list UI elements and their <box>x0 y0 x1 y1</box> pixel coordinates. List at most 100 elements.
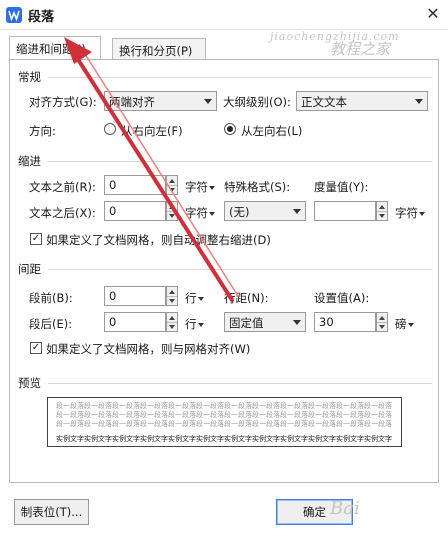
watermark-bottom: Bai <box>330 498 360 519</box>
spin-down-icon <box>379 325 385 329</box>
indent-after-spinner[interactable] <box>166 201 178 221</box>
line-spacing-value: 固定值 <box>229 316 264 330</box>
space-before-spinner[interactable] <box>166 286 178 306</box>
chevron-down-icon <box>209 185 215 190</box>
chevron-down-icon <box>419 211 425 216</box>
divider <box>48 269 432 270</box>
ltr-radio[interactable] <box>224 123 236 135</box>
indent-grid-checkbox[interactable]: ✓ <box>30 233 42 245</box>
space-after-value: 0 <box>109 315 117 329</box>
alignment-select[interactable]: 两端对齐 <box>104 91 217 111</box>
spin-up-icon <box>169 179 175 183</box>
app-icon <box>6 7 22 23</box>
watermark-cn: 教程之家 <box>330 40 391 58</box>
tab-stops-button[interactable]: 制表位(T)... <box>14 499 89 525</box>
space-before-label: 段前(B): <box>29 291 73 305</box>
tab-indent-spacing[interactable]: 缩进和间距(I) <box>9 36 101 60</box>
space-after-unit-text: 行 <box>185 317 197 331</box>
spin-down-icon <box>169 188 175 192</box>
chevron-down-icon <box>293 320 301 325</box>
spin-down-icon <box>379 214 385 218</box>
space-before-unit[interactable]: 行 <box>185 290 204 306</box>
setting-value-label: 设置值(A): <box>314 291 370 305</box>
tab-indent-spacing-label: 缩进和间距(I) <box>16 42 86 56</box>
chevron-down-icon <box>197 322 204 327</box>
chevron-down-icon <box>415 99 423 104</box>
measure-spinner[interactable] <box>376 201 388 221</box>
spacing-grid-checkbox[interactable]: ✓ <box>30 342 42 354</box>
spin-down-icon <box>169 214 175 218</box>
rtl-radio[interactable] <box>104 123 116 135</box>
space-before-input[interactable]: 0 <box>104 286 166 306</box>
spin-down-icon <box>169 299 175 303</box>
spin-up-icon <box>169 205 175 209</box>
indent-after-unit-text: 字符 <box>185 206 208 220</box>
indent-before-spinner[interactable] <box>166 175 178 195</box>
setting-value-unit[interactable]: 磅 <box>395 316 414 332</box>
chevron-down-icon <box>197 296 204 301</box>
divider <box>48 383 432 384</box>
section-general-title: 常规 <box>18 70 41 84</box>
divider <box>48 161 432 162</box>
indent-after-input[interactable]: 0 <box>104 201 166 221</box>
spin-up-icon <box>379 316 385 320</box>
indent-after-value: 0 <box>109 204 117 218</box>
divider <box>48 77 432 78</box>
chevron-down-icon <box>209 211 215 216</box>
space-before-unit-text: 行 <box>185 291 197 305</box>
section-indent-title: 缩进 <box>18 154 41 168</box>
title-bar <box>0 0 448 30</box>
indent-grid-checkbox-label[interactable]: 如果定义了文档网格，则自动调整右缩进(D) <box>46 232 271 248</box>
chevron-down-icon <box>204 99 212 104</box>
tab-line-page-breaks-label: 换行和分页(P) <box>119 44 193 58</box>
alignment-value: 两端对齐 <box>109 95 155 109</box>
preview-prev-line: 段一段落段一段落段一段落段一段落段一段落段一段落段一段落段一段落段一段落段一段落… <box>56 420 392 428</box>
preview-box: 段一段落段一段落段一段落段一段落段一段落段一段落段一段落段一段落段一段落段一段落… <box>47 397 402 447</box>
outline-level-label: 大纲级别(O): <box>223 95 291 109</box>
indent-after-unit[interactable]: 字符 <box>185 205 215 221</box>
spin-up-icon <box>379 205 385 209</box>
spin-up-icon <box>169 316 175 320</box>
setting-value-input[interactable]: 30 <box>314 312 376 332</box>
direction-label: 方向: <box>29 124 56 138</box>
indent-before-value: 0 <box>109 178 117 192</box>
spin-up-icon <box>169 290 175 294</box>
preview-sample-line: 实例文字实例文字实例文字实例文字实例文字实例文字实例文字实例文字实例文字实例文字… <box>56 435 392 443</box>
chevron-down-icon <box>293 209 301 214</box>
dialog-title: 段落 <box>28 10 55 25</box>
spin-down-icon <box>169 325 175 329</box>
indent-before-label: 文本之前(R): <box>29 180 96 194</box>
measure-input[interactable] <box>314 201 376 221</box>
close-icon[interactable]: ✕ <box>424 5 442 23</box>
special-format-label: 特殊格式(S): <box>224 180 291 194</box>
section-preview-title: 预览 <box>18 376 41 390</box>
spacing-grid-checkbox-label[interactable]: 如果定义了文档网格，则与网格对齐(W) <box>46 341 250 357</box>
section-spacing-title: 间距 <box>18 262 41 276</box>
ltr-label[interactable]: 从左向右(L) <box>241 123 302 139</box>
space-after-input[interactable]: 0 <box>104 312 166 332</box>
measure-unit[interactable]: 字符 <box>395 205 425 221</box>
tab-line-page-breaks[interactable]: 换行和分页(P) <box>112 38 206 60</box>
special-format-select[interactable]: (无) <box>224 201 306 221</box>
space-after-spinner[interactable] <box>166 312 178 332</box>
line-spacing-label: 行距(N): <box>224 291 269 305</box>
chevron-down-icon <box>407 322 414 327</box>
outline-level-select[interactable]: 正文文本 <box>296 91 428 111</box>
rtl-label[interactable]: 从右向左(F) <box>121 123 183 139</box>
alignment-label: 对齐方式(G): <box>29 95 97 109</box>
space-after-label: 段后(E): <box>29 317 73 331</box>
special-format-value: (无) <box>229 205 250 219</box>
setting-value: 30 <box>319 315 334 329</box>
indent-before-unit-text: 字符 <box>185 180 208 194</box>
indent-after-label: 文本之后(X): <box>29 206 96 220</box>
line-spacing-select[interactable]: 固定值 <box>224 312 306 332</box>
indent-before-unit[interactable]: 字符 <box>185 179 215 195</box>
space-before-value: 0 <box>109 289 117 303</box>
setting-value-unit-text: 磅 <box>395 317 407 331</box>
indent-before-input[interactable]: 0 <box>104 175 166 195</box>
setting-value-spinner[interactable] <box>376 312 388 332</box>
space-after-unit[interactable]: 行 <box>185 316 204 332</box>
measure-unit-text: 字符 <box>395 206 418 220</box>
outline-level-value: 正文文本 <box>301 95 347 109</box>
measure-label: 度量值(Y): <box>314 180 369 194</box>
